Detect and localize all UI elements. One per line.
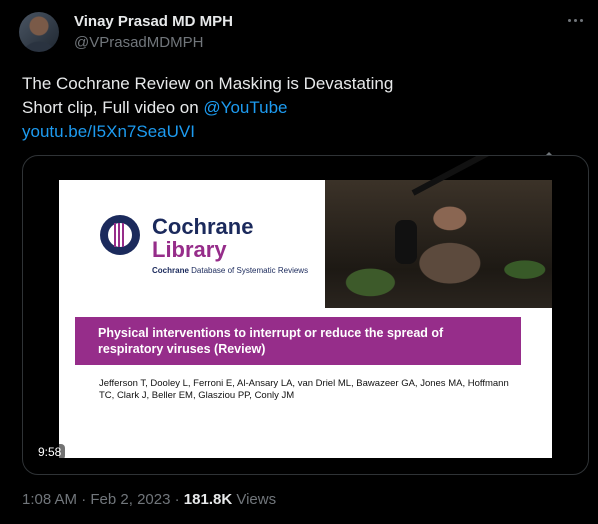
tweet-meta: 1:08 AM · Feb 2, 2023 · 181.8K Views	[22, 491, 276, 508]
video-player[interactable]: Cochrane Library Cochrane Database of Sy…	[22, 155, 589, 475]
tweet-time[interactable]: 1:08 AM	[22, 491, 77, 508]
views-count[interactable]: 181.8K	[184, 491, 232, 508]
tweet-line-2: Short clip, Full video on @YouTube	[22, 96, 393, 120]
brand-library: Library	[152, 237, 227, 262]
meta-separator: ·	[170, 491, 184, 508]
brand-sub-bold: Cochrane	[152, 266, 189, 275]
tweet-line-1: The Cochrane Review on Masking is Devast…	[22, 74, 394, 93]
video-duration: 9:58	[34, 444, 66, 460]
views-label: Views	[232, 491, 277, 508]
presenter-webcam	[325, 156, 552, 308]
more-options-icon[interactable]	[566, 10, 586, 30]
video-frame[interactable]: Cochrane Library Cochrane Database of Sy…	[59, 156, 552, 458]
author-avatar[interactable]	[19, 12, 59, 52]
cochrane-logo-icon	[100, 215, 140, 255]
mic-arm	[411, 156, 521, 196]
brand-sub-rest: Database of Systematic Reviews	[188, 266, 309, 275]
youtube-mention-link[interactable]: @YouTube	[203, 98, 287, 117]
meta-separator: ·	[77, 491, 91, 508]
review-authors: Jefferson T, Dooley L, Ferroni E, Al-Ans…	[99, 378, 509, 401]
tweet-date[interactable]: Feb 2, 2023	[90, 491, 170, 508]
review-title-banner: Physical interventions to interrupt or r…	[75, 317, 521, 365]
author-handle[interactable]: @VPrasadMDMPH	[74, 34, 203, 51]
microphone-icon	[395, 220, 417, 264]
youtube-url-link[interactable]: youtu.be/I5Xn7SeaUVI	[22, 120, 393, 144]
brand-subtitle: Cochrane Database of Systematic Reviews	[152, 266, 308, 275]
tweet-line-2-text: Short clip, Full video on	[22, 98, 204, 117]
tweet-text: The Cochrane Review on Masking is Devast…	[22, 72, 393, 144]
author-name[interactable]: Vinay Prasad MD MPH	[74, 13, 233, 30]
review-title: Physical interventions to interrupt or r…	[98, 326, 444, 356]
